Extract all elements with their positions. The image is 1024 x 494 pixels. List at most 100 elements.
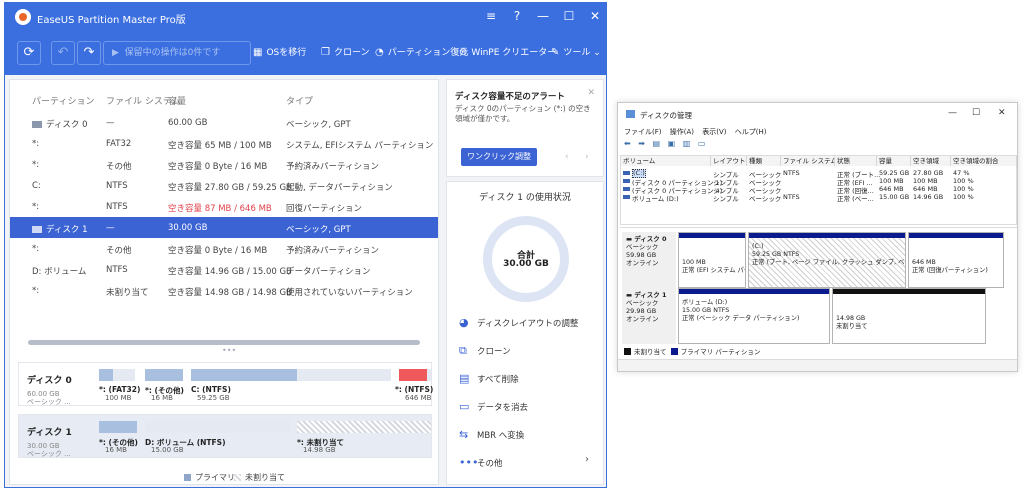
tools-icon: ✎: [551, 47, 560, 58]
volume-col-header[interactable]: レイアウト: [711, 156, 747, 166]
partition-box[interactable]: ボリューム (D:) 15.00 GB NTFS 正常 (ベーシック データ パーテ…: [678, 288, 830, 344]
usage-fill: [399, 369, 427, 381]
partition-row[interactable]: *: その他 空き容量 0 Byte / 16 MB 予約済みパーティション: [10, 154, 438, 175]
partition-box[interactable]: (C:) 59.25 GB NTFS 正常 (ブート, ページ ファイル, クラッシ…: [748, 232, 906, 288]
volume-col-header[interactable]: 空き領域の割合: [951, 156, 1017, 166]
partition-usage-bar[interactable]: [145, 421, 291, 433]
volume-col-header[interactable]: ファイル システム: [781, 156, 835, 166]
action-label: MBR へ変換: [477, 431, 525, 441]
action-wipe[interactable]: ▭ データを消去: [459, 400, 528, 413]
cell-fs: その他: [106, 246, 132, 256]
window-title: EaseUS Partition Master Pro版: [37, 15, 186, 26]
partition-row[interactable]: *: NTFS 空き容量 87 MB / 646 MB 回復パーティション: [10, 196, 438, 217]
one-click-adjust-button[interactable]: ワンクリック調整: [461, 148, 537, 166]
col-partition[interactable]: パーティション: [32, 94, 94, 107]
disk-label[interactable]: ▬ ディスク 0 ベーシック 59.98 GB オンライン: [622, 232, 676, 288]
partition-box[interactable]: 14.98 GB 未割り当て: [832, 288, 986, 344]
help-book-icon[interactable]: ▣: [668, 139, 676, 148]
action-clone[interactable]: ⧉ クローン: [459, 344, 511, 358]
dm-title-bar: ディスクの管理 — ☐ ✕: [618, 103, 1017, 125]
minimize-button[interactable]: —: [535, 9, 551, 23]
volume-col-header[interactable]: 状態: [835, 156, 877, 166]
undo-icon[interactable]: ↶: [51, 41, 75, 65]
volume-col-header[interactable]: 空き領域: [911, 156, 951, 166]
action-more[interactable]: •••その他: [459, 456, 503, 469]
cell-cap: 空き容量 27.80 GB / 59.25 GB: [168, 183, 292, 193]
partition-box[interactable]: 100 MB正常 (EFI システム パーティション): [678, 232, 746, 288]
refresh-icon[interactable]: ⟳: [17, 41, 41, 65]
usage-title: ディスク 1 の使用状況: [479, 193, 571, 203]
tools-label: ツール: [563, 48, 591, 58]
close-button[interactable]: ✕: [587, 9, 603, 23]
alert-prev-icon[interactable]: ‹: [565, 152, 569, 162]
partition-row[interactable]: C: NTFS 空き容量 27.80 GB / 59.25 GB 起動, データパーテ…: [10, 175, 438, 196]
legend-primary: プライマリ: [184, 472, 235, 483]
action-convert[interactable]: ⇆ MBR へ変換: [459, 428, 524, 441]
dm-close-button[interactable]: ✕: [998, 108, 1006, 118]
menu-action[interactable]: 操作(A): [670, 128, 694, 136]
pending-operations-button[interactable]: ▶ 保留中の操作は0件です: [103, 41, 251, 65]
partition-row[interactable]: *: その他 空き容量 0 Byte / 16 MB 予約済みパーティション: [10, 238, 438, 259]
clone-button[interactable]: ❐ クローン: [321, 45, 370, 58]
partition-usage-bar[interactable]: [297, 421, 431, 433]
action-delete-all[interactable]: ▤ すべて削除: [459, 372, 519, 385]
cell-fs: その他: [106, 162, 132, 172]
graphical-disk-view: 未割り当て プライマリ パーティション ▬ ディスク 0 ベーシック 59.98 G…: [620, 227, 1017, 359]
col-type[interactable]: タイプ: [286, 94, 313, 107]
partition-box[interactable]: 646 MB 正常 (回復パーティション): [908, 232, 1004, 288]
disk-map-1[interactable]: ディスク 1 30.00 GB ベーシック ... *: (その他) 16 MB D: ボ…: [18, 414, 432, 458]
partition-row[interactable]: D: ボリューム NTFS 空き容量 14.96 GB / 15.00 GB データパ…: [10, 259, 438, 280]
disk-row[interactable]: ディスク 1 — 30.00 GB ベーシック, GPT: [10, 217, 438, 238]
help-icon[interactable]: ?: [509, 9, 525, 23]
volume-col-header[interactable]: 容量: [877, 156, 911, 166]
winpe-creator-button[interactable]: ⊙ WinPE クリエーター: [459, 45, 556, 58]
legend-unallocated: 未割り当て: [234, 472, 285, 483]
segment-label: C: (NTFS): [191, 385, 231, 394]
partition-type-stripe: [679, 289, 829, 294]
col-capacity[interactable]: 容量: [168, 94, 186, 107]
partition-usage-bar[interactable]: [145, 369, 183, 381]
disk-dash-icon: ▬: [626, 291, 635, 299]
back-arrow-icon[interactable]: ⬅: [624, 139, 631, 148]
volume-cell: 47 %: [953, 169, 970, 177]
properties-icon[interactable]: ▤: [653, 139, 661, 148]
alert-close-icon[interactable]: ✕: [587, 88, 595, 98]
partition-usage-bar[interactable]: [399, 369, 431, 381]
action-layout[interactable]: ◕ ディスクレイアウトの調整: [459, 316, 578, 329]
disk-label[interactable]: ▬ ディスク 1 ベーシック 29.98 GB オンライン: [622, 288, 676, 344]
partition-usage-bar[interactable]: [191, 369, 391, 381]
maximize-button[interactable]: ☐: [561, 9, 577, 23]
disk-row[interactable]: ディスク 0 — 60.00 GB ベーシック, GPT: [10, 112, 438, 133]
cell-fs: FAT32: [106, 139, 132, 149]
volume-icon: [623, 195, 630, 199]
forward-arrow-icon[interactable]: ➡: [638, 139, 645, 148]
dm-minimize-button[interactable]: —: [948, 108, 957, 118]
volume-col-header[interactable]: ボリューム: [621, 156, 711, 166]
horizontal-scrollbar[interactable]: [28, 340, 420, 345]
partition-row[interactable]: *: FAT32 空き容量 65 MB / 100 MB システム, EFIシステム …: [10, 133, 438, 154]
partition-usage-bar[interactable]: [99, 421, 137, 433]
menu-help[interactable]: ヘルプ(H): [735, 128, 767, 136]
splitter-handle[interactable]: •••: [222, 346, 236, 355]
alert-next-icon[interactable]: ›: [585, 152, 589, 162]
settings-icon[interactable]: ▭: [698, 139, 706, 148]
list-view-icon[interactable]: ▥: [683, 139, 691, 148]
partition-recovery-button[interactable]: ◔ パーティション復元: [375, 45, 468, 58]
cell-cap: 空き容量 0 Byte / 16 MB: [168, 246, 268, 256]
volume-col-header[interactable]: 種類: [747, 156, 781, 166]
menu-view[interactable]: 表示(V): [702, 128, 726, 136]
redo-icon[interactable]: ↷: [77, 41, 101, 65]
tools-button[interactable]: ✎ ツール ⌄: [551, 45, 601, 58]
more-icon: •••: [459, 456, 479, 469]
chevron-right-icon[interactable]: ›: [585, 454, 589, 465]
migrate-os-button[interactable]: ▦ OSを移行: [253, 45, 306, 58]
disk-map-0[interactable]: ディスク 0 60.00 GB ベーシック ... *: (FAT32) 100 MB *…: [18, 362, 433, 406]
menu-icon[interactable]: ≡: [483, 9, 499, 23]
migrate-os-label: OSを移行: [266, 48, 307, 58]
menu-file[interactable]: ファイル(F): [624, 128, 662, 136]
dm-maximize-button[interactable]: ☐: [972, 108, 980, 118]
partition-row[interactable]: *: 未割り当て 空き容量 14.98 GB / 14.98 GB 使用されていないパ…: [10, 280, 438, 301]
partition-l2: 15.00 GB NTFS: [682, 307, 730, 314]
volume-icon: [623, 171, 630, 175]
partition-usage-bar[interactable]: [99, 369, 135, 381]
